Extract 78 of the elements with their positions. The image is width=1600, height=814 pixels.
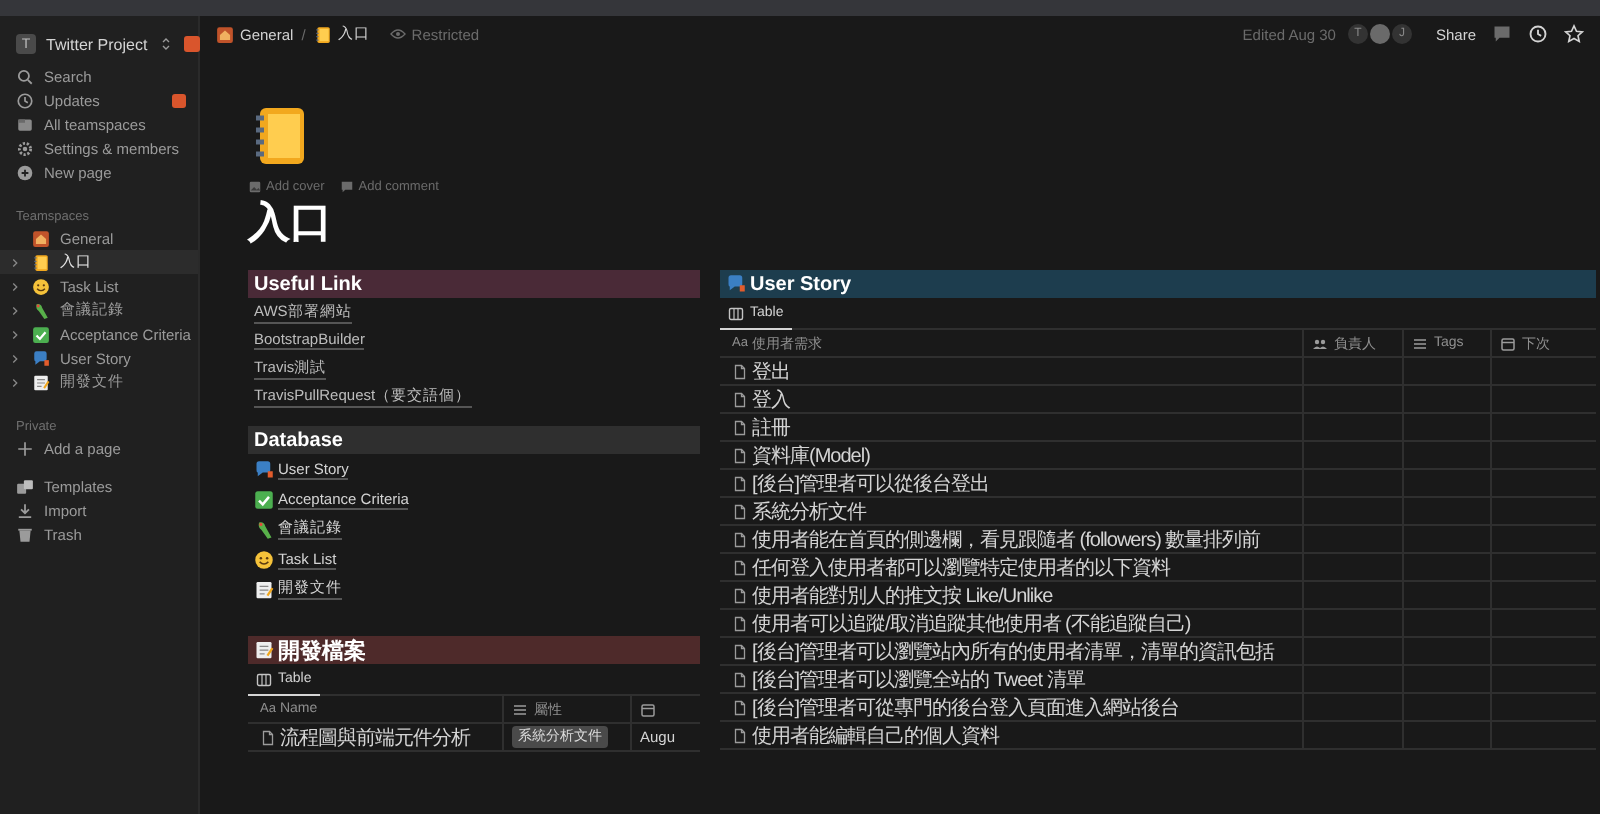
house-icon [32, 229, 50, 247]
table-cell[interactable]: 系統分析文件 [720, 498, 1304, 526]
document-icon [732, 475, 748, 491]
table-cell[interactable]: 使用者能在首頁的側邊欄，看見跟隨者 (followers) 數量排列前 [720, 526, 1304, 554]
document-icon [732, 419, 748, 435]
document-icon [732, 643, 748, 659]
eye-icon [389, 26, 406, 42]
speech-bubble-icon [32, 349, 50, 367]
memo-icon [254, 640, 274, 660]
section-heading: Database [248, 426, 700, 454]
download-icon [16, 501, 34, 519]
updown-icon [157, 36, 174, 52]
list-icon [512, 701, 528, 717]
table-cell[interactable]: [後台]管理者可從專門的後台登入頁面進入網站後台 [720, 694, 1304, 722]
comment-icon [340, 180, 355, 194]
table-cell[interactable]: 登入 [720, 386, 1304, 414]
table-cell[interactable]: 資料庫(Model) [720, 442, 1304, 470]
comment-icon [1492, 24, 1512, 44]
section-heading: Useful Link [248, 270, 700, 298]
clock-icon [16, 91, 34, 109]
notebook-icon [313, 25, 332, 43]
notification-badge [183, 36, 200, 52]
table-cell[interactable]: [後台]管理者可以瀏覽站內所有的使用者清單，清單的資訊包括 [720, 638, 1304, 666]
speech-bubble-icon [726, 274, 746, 294]
page-title: 入口 [248, 198, 334, 250]
templates-icon [16, 477, 34, 495]
list-icon [1412, 335, 1428, 351]
document-icon [732, 363, 748, 379]
history-button[interactable] [1528, 24, 1548, 44]
comments-button[interactable] [1492, 24, 1512, 44]
document-icon [732, 699, 748, 715]
calendar-icon [640, 701, 656, 717]
plus-circle-icon [16, 163, 34, 181]
document-icon [732, 447, 748, 463]
memo-icon [32, 373, 50, 391]
notebook-icon [32, 253, 50, 271]
people-icon [1312, 335, 1328, 351]
table-cell[interactable]: 登出 [720, 358, 1304, 386]
document-icon [732, 503, 748, 519]
user-avatar [1369, 24, 1390, 44]
search-icon [16, 67, 34, 85]
favorite-button[interactable] [1564, 24, 1584, 44]
document-icon [732, 727, 748, 743]
checkbox-icon [32, 325, 50, 343]
document-icon [732, 531, 748, 547]
smiley-icon [32, 277, 50, 295]
house-icon [216, 25, 234, 43]
document-icon [732, 559, 748, 575]
smiley-icon [254, 549, 274, 569]
speech-bubble-icon [254, 459, 274, 479]
memo-icon [254, 579, 274, 599]
document-icon [732, 587, 748, 603]
table-cell[interactable]: 註冊 [720, 414, 1304, 442]
workspace-name[interactable]: Twitter Project [46, 35, 148, 53]
settings-icon [16, 139, 34, 157]
document-icon [732, 615, 748, 631]
table-icon [256, 671, 272, 687]
table-icon [728, 305, 744, 321]
document-icon [732, 671, 748, 687]
table-cell[interactable]: [後台]管理者可以從後台登出 [720, 470, 1304, 498]
table-cell[interactable]: [後台]管理者可以瀏覽全站的 Tweet 清單 [720, 666, 1304, 694]
folder-icon [16, 115, 34, 133]
image-icon [248, 180, 262, 194]
table-cell[interactable]: 任何登入使用者都可以瀏覽特定使用者的以下資料 [720, 554, 1304, 582]
document-icon [732, 391, 748, 407]
document-icon [260, 729, 276, 745]
table-cell[interactable]: 流程圖與前端元件分析 [248, 724, 504, 752]
table-cell[interactable]: 使用者可以追蹤/取消追蹤其他使用者 (不能追蹤自己) [720, 610, 1304, 638]
table-cell[interactable]: 使用者能編輯自己的個人資料 [720, 722, 1304, 750]
trash-icon [16, 525, 34, 543]
table-cell[interactable]: 使用者能對別人的推文按 Like/Unlike [720, 582, 1304, 610]
section-heading: 開發檔案 [248, 636, 700, 664]
clock-icon [1528, 24, 1548, 44]
checkbox-icon [254, 489, 274, 509]
section-heading: User Story [720, 270, 1596, 298]
star-icon [1564, 24, 1584, 44]
plus-icon [16, 439, 34, 457]
calendar-icon [1500, 335, 1516, 351]
